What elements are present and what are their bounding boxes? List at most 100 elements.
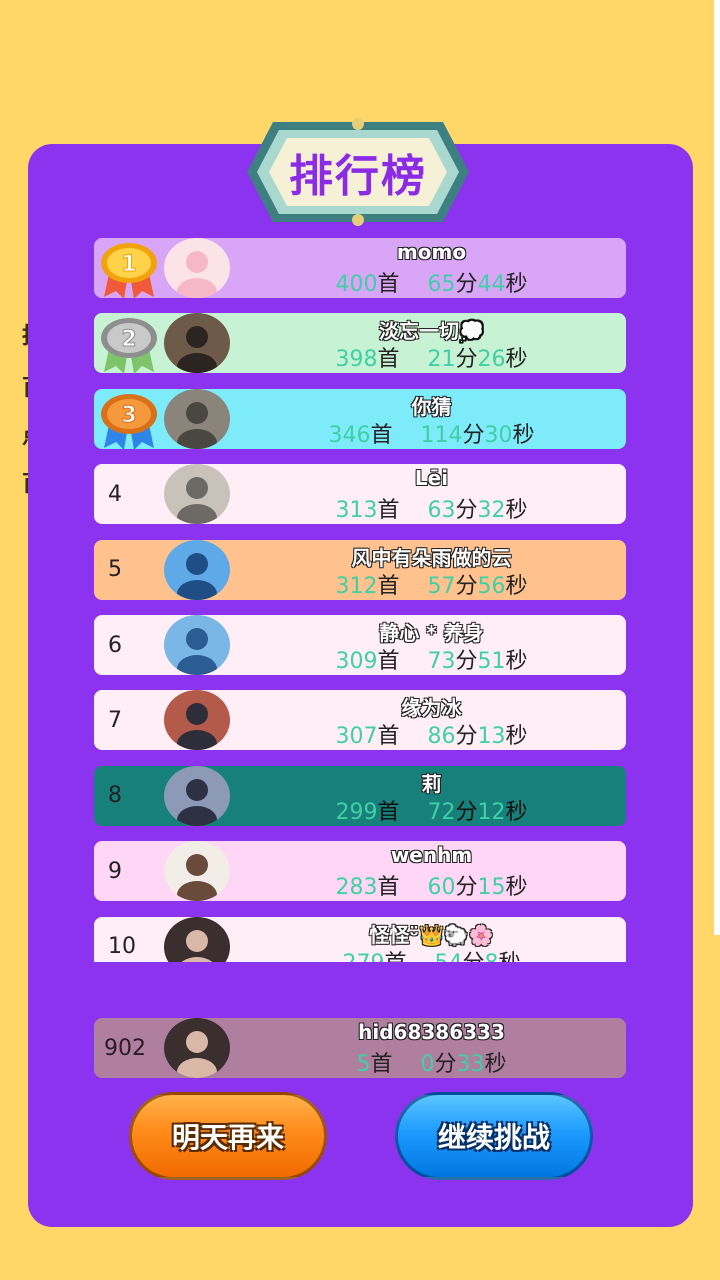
songs-unit: 首 [377, 272, 400, 297]
minutes-unit: 分 [455, 724, 478, 750]
avatar [164, 539, 230, 600]
player-name: 缘为冰 [401, 696, 462, 721]
svg-text:1: 1 [121, 252, 136, 277]
song-count: 312 [335, 573, 378, 599]
minutes-value: 72 [427, 799, 456, 825]
seconds-value: 12 [477, 799, 506, 825]
seconds-unit: 秒 [505, 724, 528, 750]
rank-number: 10 [108, 934, 136, 960]
seconds-unit: 秒 [505, 649, 528, 674]
player-name: momo [396, 240, 467, 264]
seconds-value: 44 [477, 272, 506, 297]
player-stats: 5首 0分33秒 [234, 1046, 629, 1078]
minutes-unit: 分 [455, 573, 478, 599]
page-title: 排行榜 [289, 151, 427, 202]
leaderboard-row: 7 缘为冰 307首 86分13秒 [94, 690, 628, 751]
rank-number: 6 [108, 632, 122, 658]
minutes-value: 54 [434, 951, 462, 962]
avatar [164, 388, 230, 449]
songs-unit: 首 [377, 347, 400, 373]
seconds-unit: 秒 [505, 347, 528, 373]
seconds-value: 13 [477, 724, 506, 750]
seconds-unit: 秒 [499, 951, 521, 962]
avatar [164, 1018, 230, 1078]
seconds-unit: 秒 [505, 799, 528, 825]
songs-unit: 首 [370, 1052, 393, 1077]
my-rank-row: 902 hid68386333 5首 0分33秒 [94, 1018, 626, 1078]
song-count: 307 [335, 724, 378, 750]
seconds-unit: 秒 [505, 875, 528, 901]
minutes-value: 57 [427, 573, 456, 599]
avatar [164, 464, 230, 525]
player-stats: 346首 114分30秒 [234, 417, 628, 449]
seconds-unit: 秒 [484, 1052, 507, 1077]
minutes-value: 65 [427, 272, 456, 297]
minutes-value: 73 [427, 649, 456, 674]
seconds-value: 51 [477, 649, 506, 674]
minutes-value: 21 [427, 347, 456, 373]
player-name: hid68386333 [358, 1020, 505, 1044]
player-name: 风中有朵雨做的云 [351, 545, 512, 570]
avatar [164, 238, 230, 298]
leaderboard-row: 2 淡忘一切💭 398首 21分26秒 [94, 313, 628, 375]
seconds-unit: 秒 [505, 573, 528, 599]
player-stats: 309首 73分51秒 [234, 643, 628, 675]
minutes-unit: 分 [462, 422, 485, 448]
player-stats: 307首 86分13秒 [234, 718, 628, 750]
song-count: 5 [356, 1052, 371, 1077]
song-count: 309 [335, 649, 378, 674]
songs-unit: 首 [370, 422, 393, 448]
minutes-value: 0 [420, 1052, 435, 1077]
minutes-unit: 分 [455, 799, 478, 825]
seconds-value: 8 [485, 951, 499, 962]
minutes-unit: 分 [434, 1052, 457, 1077]
player-stats: 283首 60分15秒 [234, 869, 628, 901]
player-name: 静心 * 养身 [379, 621, 484, 645]
seconds-value: 33 [456, 1052, 485, 1077]
player-name: Lēi [414, 466, 449, 491]
rank-number: 902 [104, 1035, 146, 1061]
rank-number: 9 [108, 858, 122, 884]
songs-unit: 首 [377, 724, 400, 750]
song-count: 279 [342, 951, 384, 962]
leaderboard-row: 6 静心 * 养身 309首 73分51秒 [94, 615, 626, 675]
leaderboard-row: 10 怪怪ᵕ̈👑🐑🌸 279首 54分8秒 [94, 916, 626, 962]
avatar [164, 841, 230, 902]
player-stats: 400首 65分44秒 [234, 266, 628, 298]
songs-unit: 首 [377, 875, 400, 901]
leaderboard-list[interactable]: 1 momo 400首 65分44秒 2 淡忘一切💭 398首 21分26秒 3 你猜 346首 11… [94, 236, 628, 962]
rank-number: 8 [108, 783, 122, 809]
seconds-unit: 秒 [505, 272, 528, 297]
minutes-unit: 分 [455, 498, 478, 524]
seconds-value: 30 [484, 422, 513, 448]
song-count: 400 [335, 272, 378, 297]
song-count: 283 [335, 875, 378, 901]
come-back-tomorrow-button[interactable]: 明天再来 [129, 1092, 327, 1180]
avatar [164, 916, 230, 962]
leaderboard-row: 5 风中有朵雨做的云 312首 57分56秒 [94, 539, 626, 600]
rank-number: 7 [108, 707, 122, 733]
seconds-value: 15 [477, 875, 506, 901]
player-stats: 299首 72分12秒 [234, 794, 628, 826]
leaderboard-row: 9 wenhm 283首 60分15秒 [94, 841, 628, 902]
minutes-unit: 分 [455, 649, 478, 674]
background-edge [714, 0, 720, 935]
seconds-value: 26 [477, 347, 506, 373]
seconds-unit: 秒 [505, 498, 528, 524]
minutes-value: 114 [420, 422, 463, 448]
leaderboard-row: 3 你猜 346首 114分30秒 [94, 388, 628, 450]
song-count: 313 [335, 498, 378, 524]
continue-challenge-button[interactable]: 继续挑战 [395, 1092, 593, 1180]
avatar [164, 615, 230, 675]
player-name: wenhm [390, 843, 473, 868]
minutes-value: 86 [427, 724, 456, 750]
player-stats: 398首 21分26秒 [234, 341, 628, 373]
leaderboard-row: 4 Lēi 313首 63分32秒 [94, 464, 626, 525]
songs-unit: 首 [377, 498, 400, 524]
player-name: 怪怪ᵕ̈👑🐑🌸 [369, 922, 494, 947]
rank-number: 5 [108, 557, 122, 583]
minutes-unit: 分 [455, 347, 478, 373]
svg-text:2: 2 [121, 327, 136, 352]
songs-unit: 首 [384, 951, 406, 962]
minutes-value: 60 [427, 875, 456, 901]
